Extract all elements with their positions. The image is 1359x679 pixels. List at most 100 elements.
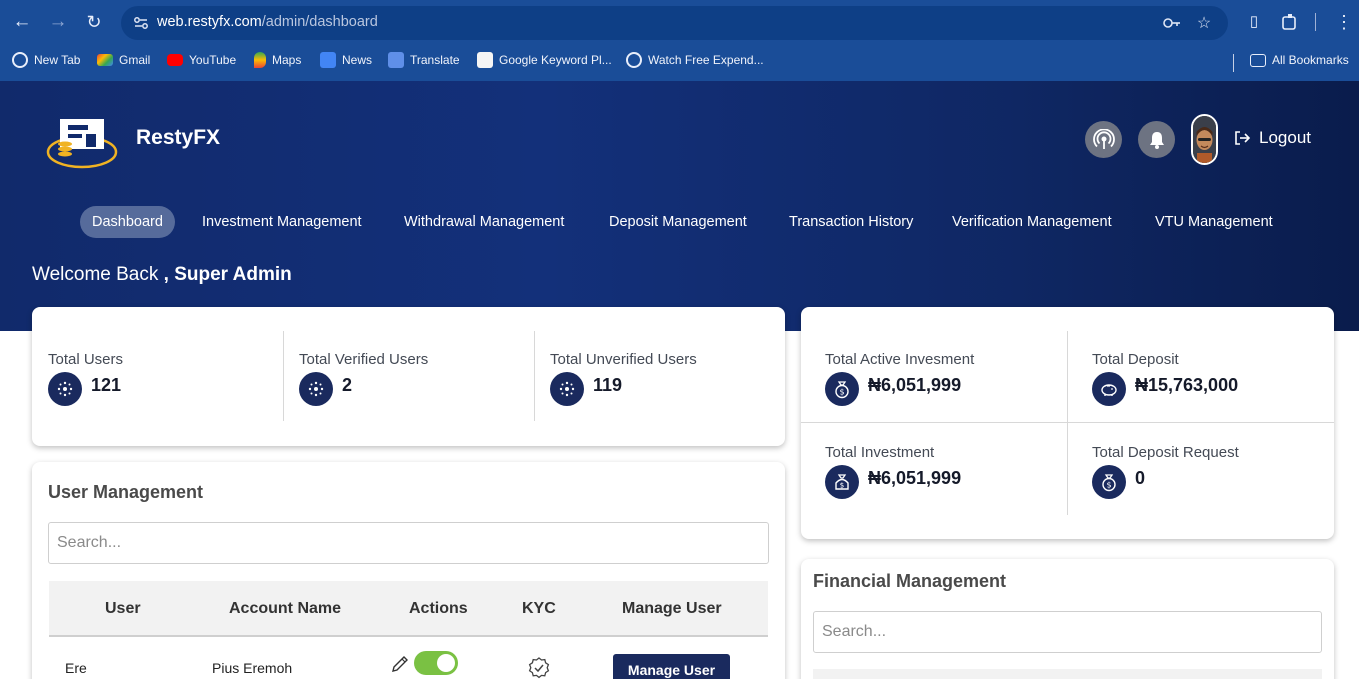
- translate-icon: [388, 52, 404, 68]
- broadcast-icon: [1092, 128, 1115, 149]
- bookmark-gmail[interactable]: Gmail: [97, 50, 150, 70]
- logout-button[interactable]: Logout: [1233, 128, 1311, 148]
- reading-list-icon[interactable]: ▯: [1241, 9, 1267, 35]
- globe-icon: [626, 52, 642, 68]
- stat-label-total-investment: Total Investment: [825, 444, 935, 461]
- site-info-icon[interactable]: [131, 13, 151, 33]
- nav-investment-management[interactable]: Investment Management: [202, 206, 362, 238]
- stat-divider: [1067, 331, 1068, 515]
- cell-account-name: Pius Eremoh: [212, 660, 293, 676]
- nav-verification-management[interactable]: Verification Management: [952, 206, 1112, 238]
- users-icon: [299, 372, 333, 406]
- user-stats-card: Total Users 121 Total Verified Users 2 T…: [32, 307, 785, 446]
- user-status-toggle[interactable]: [414, 651, 458, 675]
- manage-user-button[interactable]: Manage User: [613, 654, 730, 679]
- stat-value-active-investment: ₦6,051,999: [868, 375, 962, 395]
- all-bookmarks[interactable]: All Bookmarks: [1250, 50, 1349, 70]
- kyc-verified-icon[interactable]: [527, 656, 551, 679]
- url-host: web.restyfx.com: [157, 14, 262, 30]
- user-search-input[interactable]: [48, 522, 769, 564]
- stat-value-total-users: 121: [91, 375, 122, 395]
- url-path: /admin/dashboard: [261, 14, 378, 30]
- folder-icon: [1250, 53, 1266, 67]
- browser-toolbar: ← → ↻ web.restyfx.com/admin/dashboard ☆ …: [0, 0, 1359, 45]
- news-icon: [320, 52, 336, 68]
- money-bag-icon: $: [1092, 465, 1126, 499]
- stat-divider: [534, 331, 535, 421]
- stat-label-unverified-users: Total Unverified Users: [550, 351, 697, 368]
- svg-text:$: $: [840, 482, 844, 490]
- url-text[interactable]: web.restyfx.com/admin/dashboard: [157, 14, 378, 30]
- svg-text:$: $: [839, 388, 844, 397]
- column-actions[interactable]: Actions: [409, 600, 468, 618]
- column-kyc[interactable]: KYC: [522, 600, 556, 618]
- bookmark-translate[interactable]: Translate: [388, 50, 460, 70]
- bookmark-maps[interactable]: Maps: [254, 50, 301, 70]
- menu-kebab-icon[interactable]: ⋮: [1331, 9, 1357, 35]
- stat-value-total-deposit: ₦15,763,000: [1135, 375, 1239, 395]
- notifications-button[interactable]: [1138, 121, 1175, 158]
- bookmark-label: New Tab: [34, 53, 81, 67]
- bookmarks-divider: [1233, 54, 1234, 72]
- stat-value-total-investment: ₦6,051,999: [868, 468, 962, 488]
- reload-icon[interactable]: ↻: [81, 9, 107, 35]
- user-management-title: User Management: [48, 482, 204, 502]
- gmail-icon: [97, 54, 113, 66]
- stat-value-verified-users: 2: [342, 375, 353, 395]
- column-account-name[interactable]: Account Name: [229, 600, 341, 618]
- bookmark-news[interactable]: News: [320, 50, 372, 70]
- stat-value-unverified-users: 119: [593, 375, 623, 395]
- logout-label: Logout: [1259, 128, 1311, 147]
- finance-stats-card: Total Active Invesment $ ₦6,051,999 Tota…: [801, 307, 1334, 539]
- broadcast-button[interactable]: [1085, 121, 1122, 158]
- welcome-message: Welcome Back , Super Admin: [32, 264, 292, 286]
- nav-dashboard[interactable]: Dashboard: [80, 206, 175, 238]
- bookmark-star-icon[interactable]: ☆: [1193, 13, 1215, 35]
- logout-icon: [1235, 131, 1251, 145]
- money-bag-icon: $: [825, 372, 859, 406]
- nav-withdrawal-management[interactable]: Withdrawal Management: [404, 206, 564, 238]
- bookmark-keyword-planner[interactable]: Google Keyword Pl...: [477, 50, 612, 70]
- admin-avatar[interactable]: [1191, 114, 1218, 165]
- seo-icon: [477, 52, 493, 68]
- financial-management-title: Financial Management: [813, 571, 1007, 591]
- password-key-icon[interactable]: [1161, 13, 1183, 35]
- toolbar-divider: [1315, 13, 1316, 31]
- browser-chrome: ← → ↻ web.restyfx.com/admin/dashboard ☆ …: [0, 0, 1359, 81]
- column-user[interactable]: User: [105, 600, 141, 618]
- extensions-icon[interactable]: [1277, 9, 1303, 35]
- stat-divider: [283, 331, 284, 421]
- stat-label-verified-users: Total Verified Users: [299, 351, 429, 368]
- welcome-prefix: Welcome Back: [32, 264, 159, 285]
- financial-search-input[interactable]: [813, 611, 1322, 653]
- stat-label-active-investment: Total Active Invesment: [825, 351, 975, 368]
- bookmark-new-tab[interactable]: New Tab: [12, 50, 80, 70]
- column-manage-user[interactable]: Manage User: [622, 600, 722, 618]
- youtube-icon: [167, 54, 183, 66]
- user-table-header: User Account Name Actions KYC Manage Use…: [49, 581, 768, 637]
- bell-icon: [1149, 131, 1164, 149]
- users-icon: [550, 372, 584, 406]
- cell-user: Ere: [65, 660, 87, 676]
- all-bookmarks-label: All Bookmarks: [1272, 53, 1349, 67]
- back-icon[interactable]: ←: [9, 9, 35, 35]
- nav-transaction-history[interactable]: Transaction History: [789, 206, 913, 238]
- nav-vtu-management[interactable]: VTU Management: [1155, 206, 1273, 238]
- forward-icon[interactable]: →: [45, 9, 71, 35]
- address-bar[interactable]: web.restyfx.com/admin/dashboard ☆: [121, 6, 1228, 40]
- nav-deposit-management[interactable]: Deposit Management: [609, 206, 747, 238]
- brand-name: RestyFX: [136, 126, 221, 149]
- bookmark-label: Watch Free Expend...: [648, 53, 764, 67]
- money-bag-icon: $: [825, 465, 859, 499]
- maps-icon: [254, 52, 266, 68]
- bookmarks-bar: New Tab Gmail YouTube Maps News Translat…: [0, 46, 1359, 74]
- stat-divider: [801, 422, 1334, 423]
- avatar-icon: [1193, 116, 1216, 163]
- bookmark-label: Google Keyword Pl...: [499, 53, 612, 67]
- stat-label-total-users: Total Users: [48, 351, 124, 368]
- restyfx-logo[interactable]: [46, 116, 118, 170]
- bookmark-watch-free[interactable]: Watch Free Expend...: [626, 50, 764, 70]
- welcome-name: , Super Admin: [163, 264, 292, 285]
- bookmark-youtube[interactable]: YouTube: [167, 50, 236, 70]
- edit-pencil-icon[interactable]: [390, 654, 410, 674]
